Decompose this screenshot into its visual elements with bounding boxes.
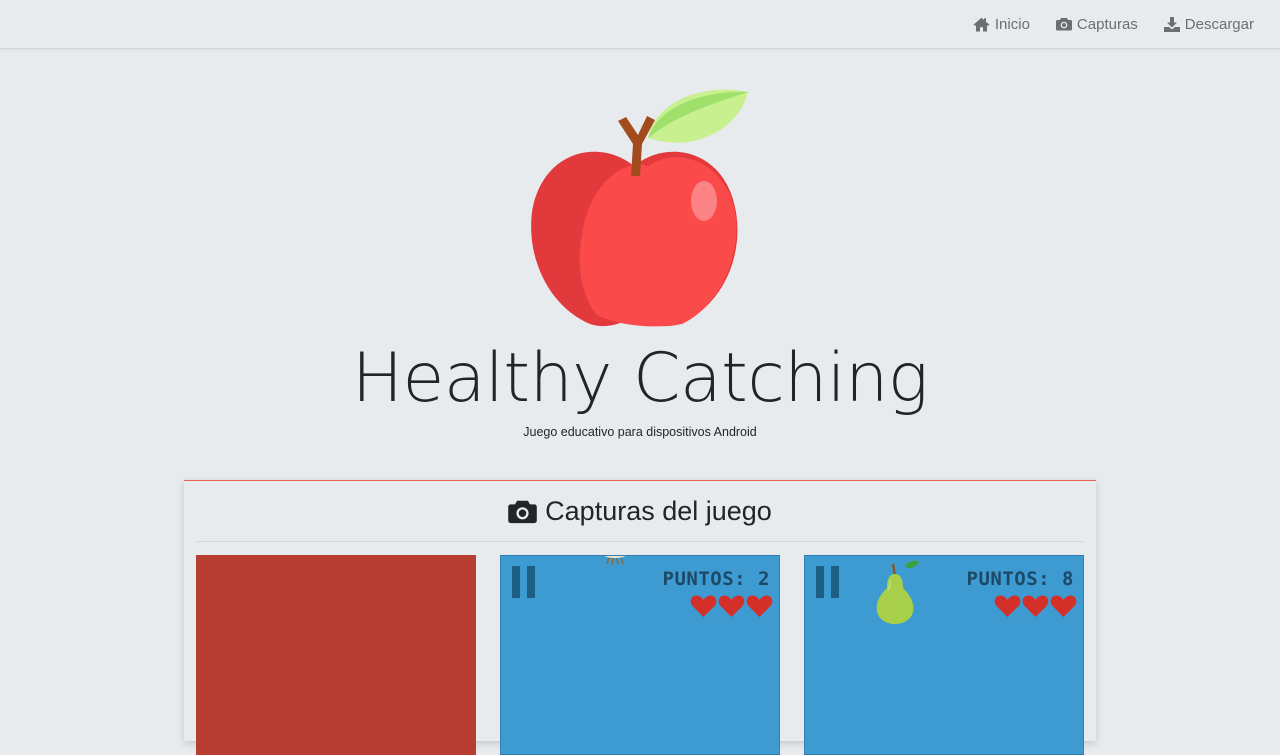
heart-icon xyxy=(1050,595,1077,617)
nav-item-label: Capturas xyxy=(1076,15,1138,33)
game-screenshot-3[interactable]: PUNTOS: 8 xyxy=(804,555,1084,755)
score-text: PUNTOS: 2 xyxy=(662,568,770,590)
heart-icon xyxy=(1022,595,1049,617)
game-screenshot-1[interactable] xyxy=(196,555,476,755)
pear-icon xyxy=(876,560,919,624)
pause-icon xyxy=(816,566,840,598)
nav-item-capturas[interactable]: Capturas xyxy=(1055,15,1138,33)
apple-logo xyxy=(531,89,748,327)
nav-item-label: Descargar xyxy=(1184,15,1254,33)
camera-icon xyxy=(1055,18,1072,31)
card-header: Capturas del juego xyxy=(196,481,1084,542)
top-navbar: Inicio Capturas Descargar xyxy=(0,0,1280,49)
download-icon xyxy=(1163,16,1180,32)
nav-item-descargar[interactable]: Descargar xyxy=(1163,15,1254,33)
onion-icon xyxy=(604,556,626,566)
nav-item-label: Inicio xyxy=(994,15,1030,33)
page-subtitle: Juego educativo para dispositivos Androi… xyxy=(523,425,757,439)
card-title: Capturas del juego xyxy=(545,495,772,526)
camera-icon xyxy=(508,500,537,523)
game-screenshot-2[interactable]: PUNTOS: 2 xyxy=(500,555,780,755)
page-title: Healthy Catching xyxy=(351,339,929,418)
screenshots-card: Capturas del juego PUNTOS: 2 PUNTOS: 8 xyxy=(184,480,1096,755)
home-icon xyxy=(973,17,990,31)
heart-icon xyxy=(994,595,1021,617)
heart-icon xyxy=(690,595,717,617)
nav-item-inicio[interactable]: Inicio xyxy=(973,16,1030,33)
score-text: PUNTOS: 8 xyxy=(966,568,1074,590)
nav-links: Inicio Capturas Descargar xyxy=(947,0,1254,48)
lives-hearts xyxy=(689,594,773,618)
pause-icon xyxy=(512,566,536,598)
heart-icon xyxy=(718,595,745,617)
lives-hearts xyxy=(993,594,1077,618)
heart-icon xyxy=(746,595,773,617)
